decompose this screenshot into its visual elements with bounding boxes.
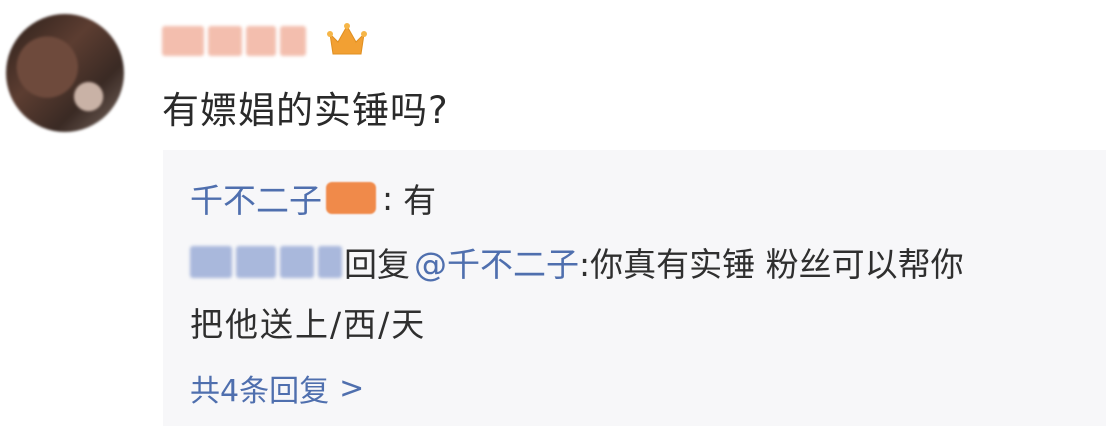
- chevron-right-icon: >: [339, 370, 365, 406]
- reply-separator: :: [382, 178, 394, 218]
- reply-author-blurred[interactable]: [190, 246, 342, 278]
- more-replies-label: 共4条回复: [190, 374, 330, 409]
- blur-block: [318, 246, 342, 278]
- reply-text: 有: [403, 181, 437, 220]
- reply-word: 回复: [344, 245, 410, 284]
- blur-block: [162, 26, 204, 56]
- mention-link[interactable]: @千不二子: [414, 238, 579, 286]
- avatar[interactable]: [6, 14, 124, 132]
- blur-block: [246, 26, 276, 56]
- vip-badge: [326, 182, 376, 214]
- blur-block: [236, 246, 276, 278]
- reply-item: 回复 @千不二子 :你真有实锤 粉丝可以帮你: [190, 238, 964, 286]
- blur-block: [280, 26, 306, 56]
- more-replies-link[interactable]: 共4条回复 >: [190, 366, 364, 410]
- blur-block: [280, 246, 314, 278]
- reply-item: 千不二子 : 有: [190, 174, 436, 222]
- crown-icon: [327, 23, 367, 55]
- reply-author-link[interactable]: 千不二子: [190, 174, 322, 222]
- reply-text-line2: 把他送上/西/天: [190, 305, 427, 344]
- blur-block: [208, 26, 242, 56]
- reply-text-line1: :你真有实锤 粉丝可以帮你: [579, 245, 964, 284]
- post-text: 有嫖娼的实锤吗?: [162, 89, 449, 132]
- username-blurred[interactable]: [162, 24, 312, 58]
- blur-block: [190, 246, 232, 278]
